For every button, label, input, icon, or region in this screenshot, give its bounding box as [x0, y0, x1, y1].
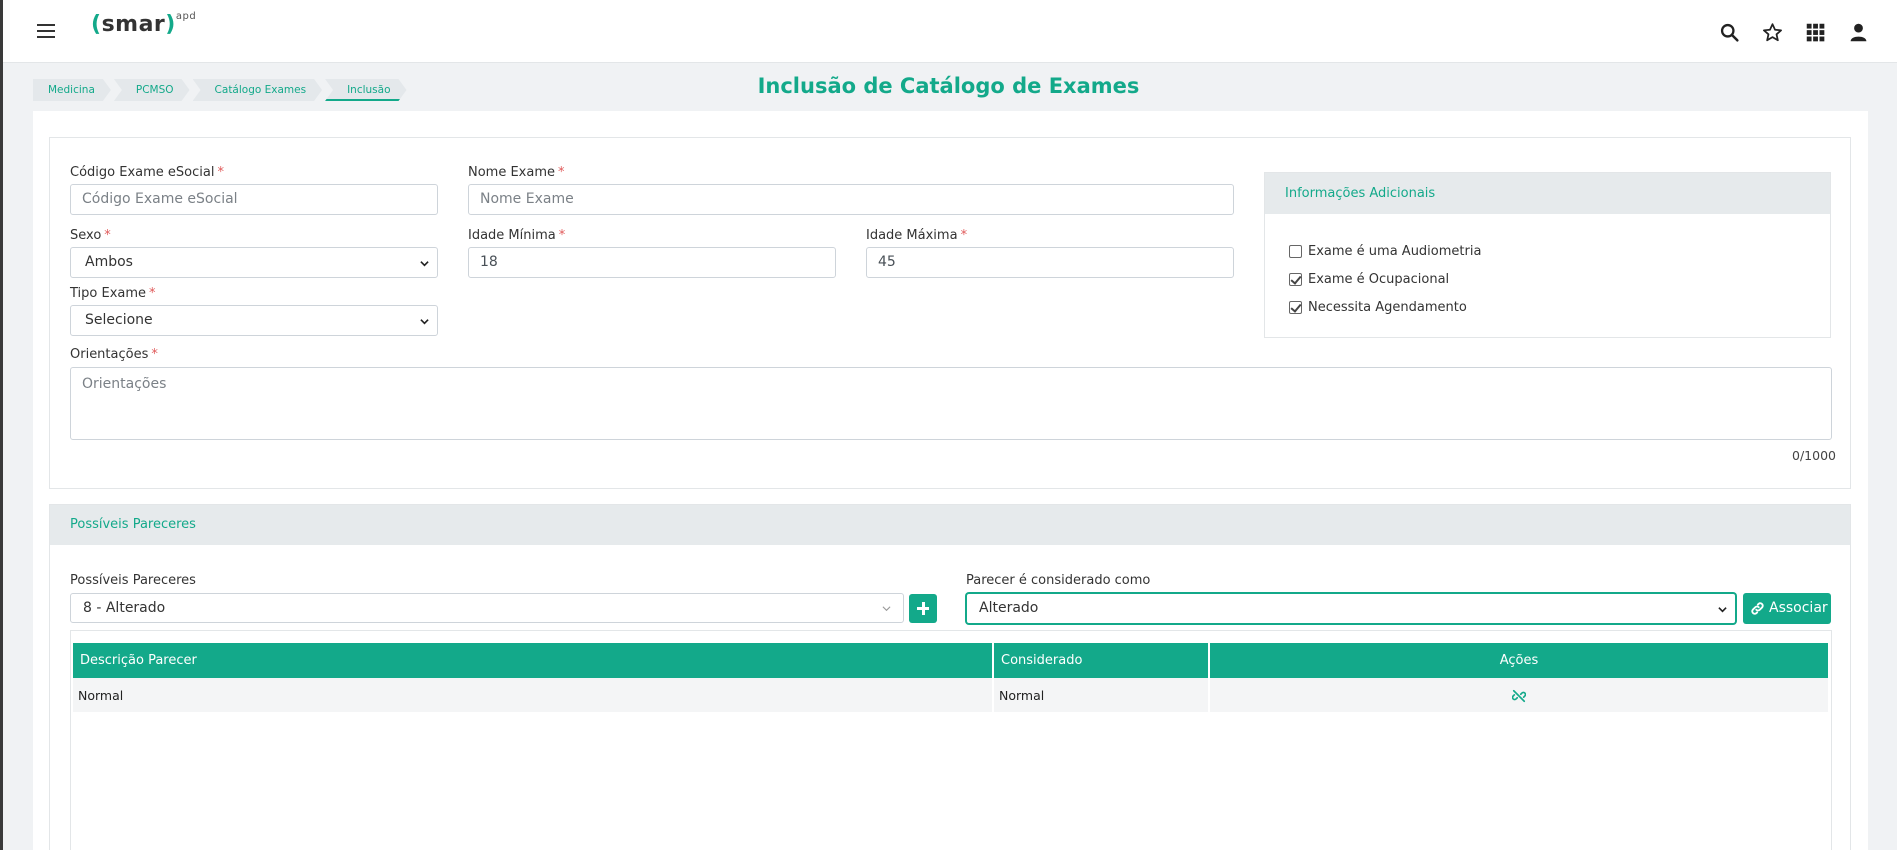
top-icons	[1719, 22, 1869, 43]
logo: (smar)apd	[91, 10, 197, 37]
chevron-down-icon	[882, 606, 891, 612]
codigo-label: Código Exame eSocial *	[70, 165, 224, 180]
idade-minima-input[interactable]: 18	[468, 247, 836, 278]
parecer-considerado-label: Parecer é considerado como	[966, 573, 1151, 588]
chevron-down-icon	[1718, 607, 1727, 613]
cell-descricao: Normal	[73, 678, 994, 712]
top-bar: (smar)apd	[3, 0, 1897, 63]
tipo-exame-label: Tipo Exame *	[70, 286, 156, 301]
cell-considerado: Normal	[993, 678, 1210, 712]
window-edge	[0, 0, 3, 850]
table-header-row: Descrição Parecer Considerado Ações	[73, 643, 1830, 678]
col-descricao-parecer[interactable]: Descrição Parecer	[73, 643, 994, 678]
hamburger-menu-icon[interactable]	[37, 23, 57, 39]
col-acoes: Ações	[1209, 643, 1830, 678]
agendamento-checkbox-row[interactable]: Necessita Agendamento	[1289, 300, 1467, 315]
ocupacional-checkbox-row[interactable]: Exame é Ocupacional	[1289, 272, 1449, 287]
possiveis-pareceres-label: Possíveis Pareceres	[70, 573, 196, 588]
add-parecer-button[interactable]	[909, 594, 937, 623]
idade-maxima-input[interactable]: 45	[866, 247, 1234, 278]
search-icon[interactable]	[1719, 22, 1740, 43]
possiveis-pareceres-select[interactable]: 8 - Alterado	[70, 593, 904, 623]
pareceres-table-wrap: Descrição Parecer Considerado Ações Norm…	[70, 630, 1832, 850]
sexo-label: Sexo *	[70, 228, 111, 243]
nome-label: Nome Exame *	[468, 165, 565, 180]
parecer-considerado-select[interactable]: Alterado	[966, 593, 1736, 624]
audiometria-checkbox-row[interactable]: Exame é uma Audiometria	[1289, 244, 1481, 259]
sexo-select[interactable]: Ambos	[70, 247, 438, 278]
audiometria-checkbox[interactable]	[1289, 245, 1302, 258]
informacoes-adicionais-panel: Informações Adicionais Exame é uma Audio…	[1264, 172, 1831, 338]
cell-acoes	[1209, 678, 1830, 712]
chevron-down-icon	[420, 261, 429, 267]
associar-button[interactable]: Associar	[1743, 593, 1831, 624]
agendamento-checkbox[interactable]	[1289, 301, 1302, 314]
ocupacional-checkbox[interactable]	[1289, 273, 1302, 286]
orientacoes-textarea[interactable]: Orientações	[70, 367, 1832, 440]
chevron-down-icon	[420, 319, 429, 325]
tipo-exame-select[interactable]: Selecione	[70, 305, 438, 336]
codigo-esocial-input[interactable]: Código Exame eSocial	[70, 184, 438, 215]
pareceres-table: Descrição Parecer Considerado Ações Norm…	[73, 643, 1830, 712]
table-row: Normal Normal	[73, 678, 1830, 712]
pareceres-title: Possíveis Pareceres	[50, 505, 1850, 545]
char-counter: 0/1000	[1792, 448, 1836, 463]
page-title: Inclusão de Catálogo de Exames	[757, 74, 1140, 98]
orientacoes-label: Orientações *	[70, 347, 158, 362]
col-considerado[interactable]: Considerado	[993, 643, 1210, 678]
idade-minima-label: Idade Mínima *	[468, 228, 566, 243]
star-icon[interactable]	[1762, 22, 1783, 43]
informacoes-adicionais-title: Informações Adicionais	[1265, 173, 1830, 214]
nome-exame-input[interactable]: Nome Exame	[468, 184, 1234, 215]
user-icon[interactable]	[1848, 22, 1869, 43]
apps-grid-icon[interactable]	[1805, 22, 1826, 43]
idade-maxima-label: Idade Máxima *	[866, 228, 968, 243]
unlink-icon[interactable]	[1511, 689, 1527, 703]
link-icon	[1751, 602, 1764, 615]
